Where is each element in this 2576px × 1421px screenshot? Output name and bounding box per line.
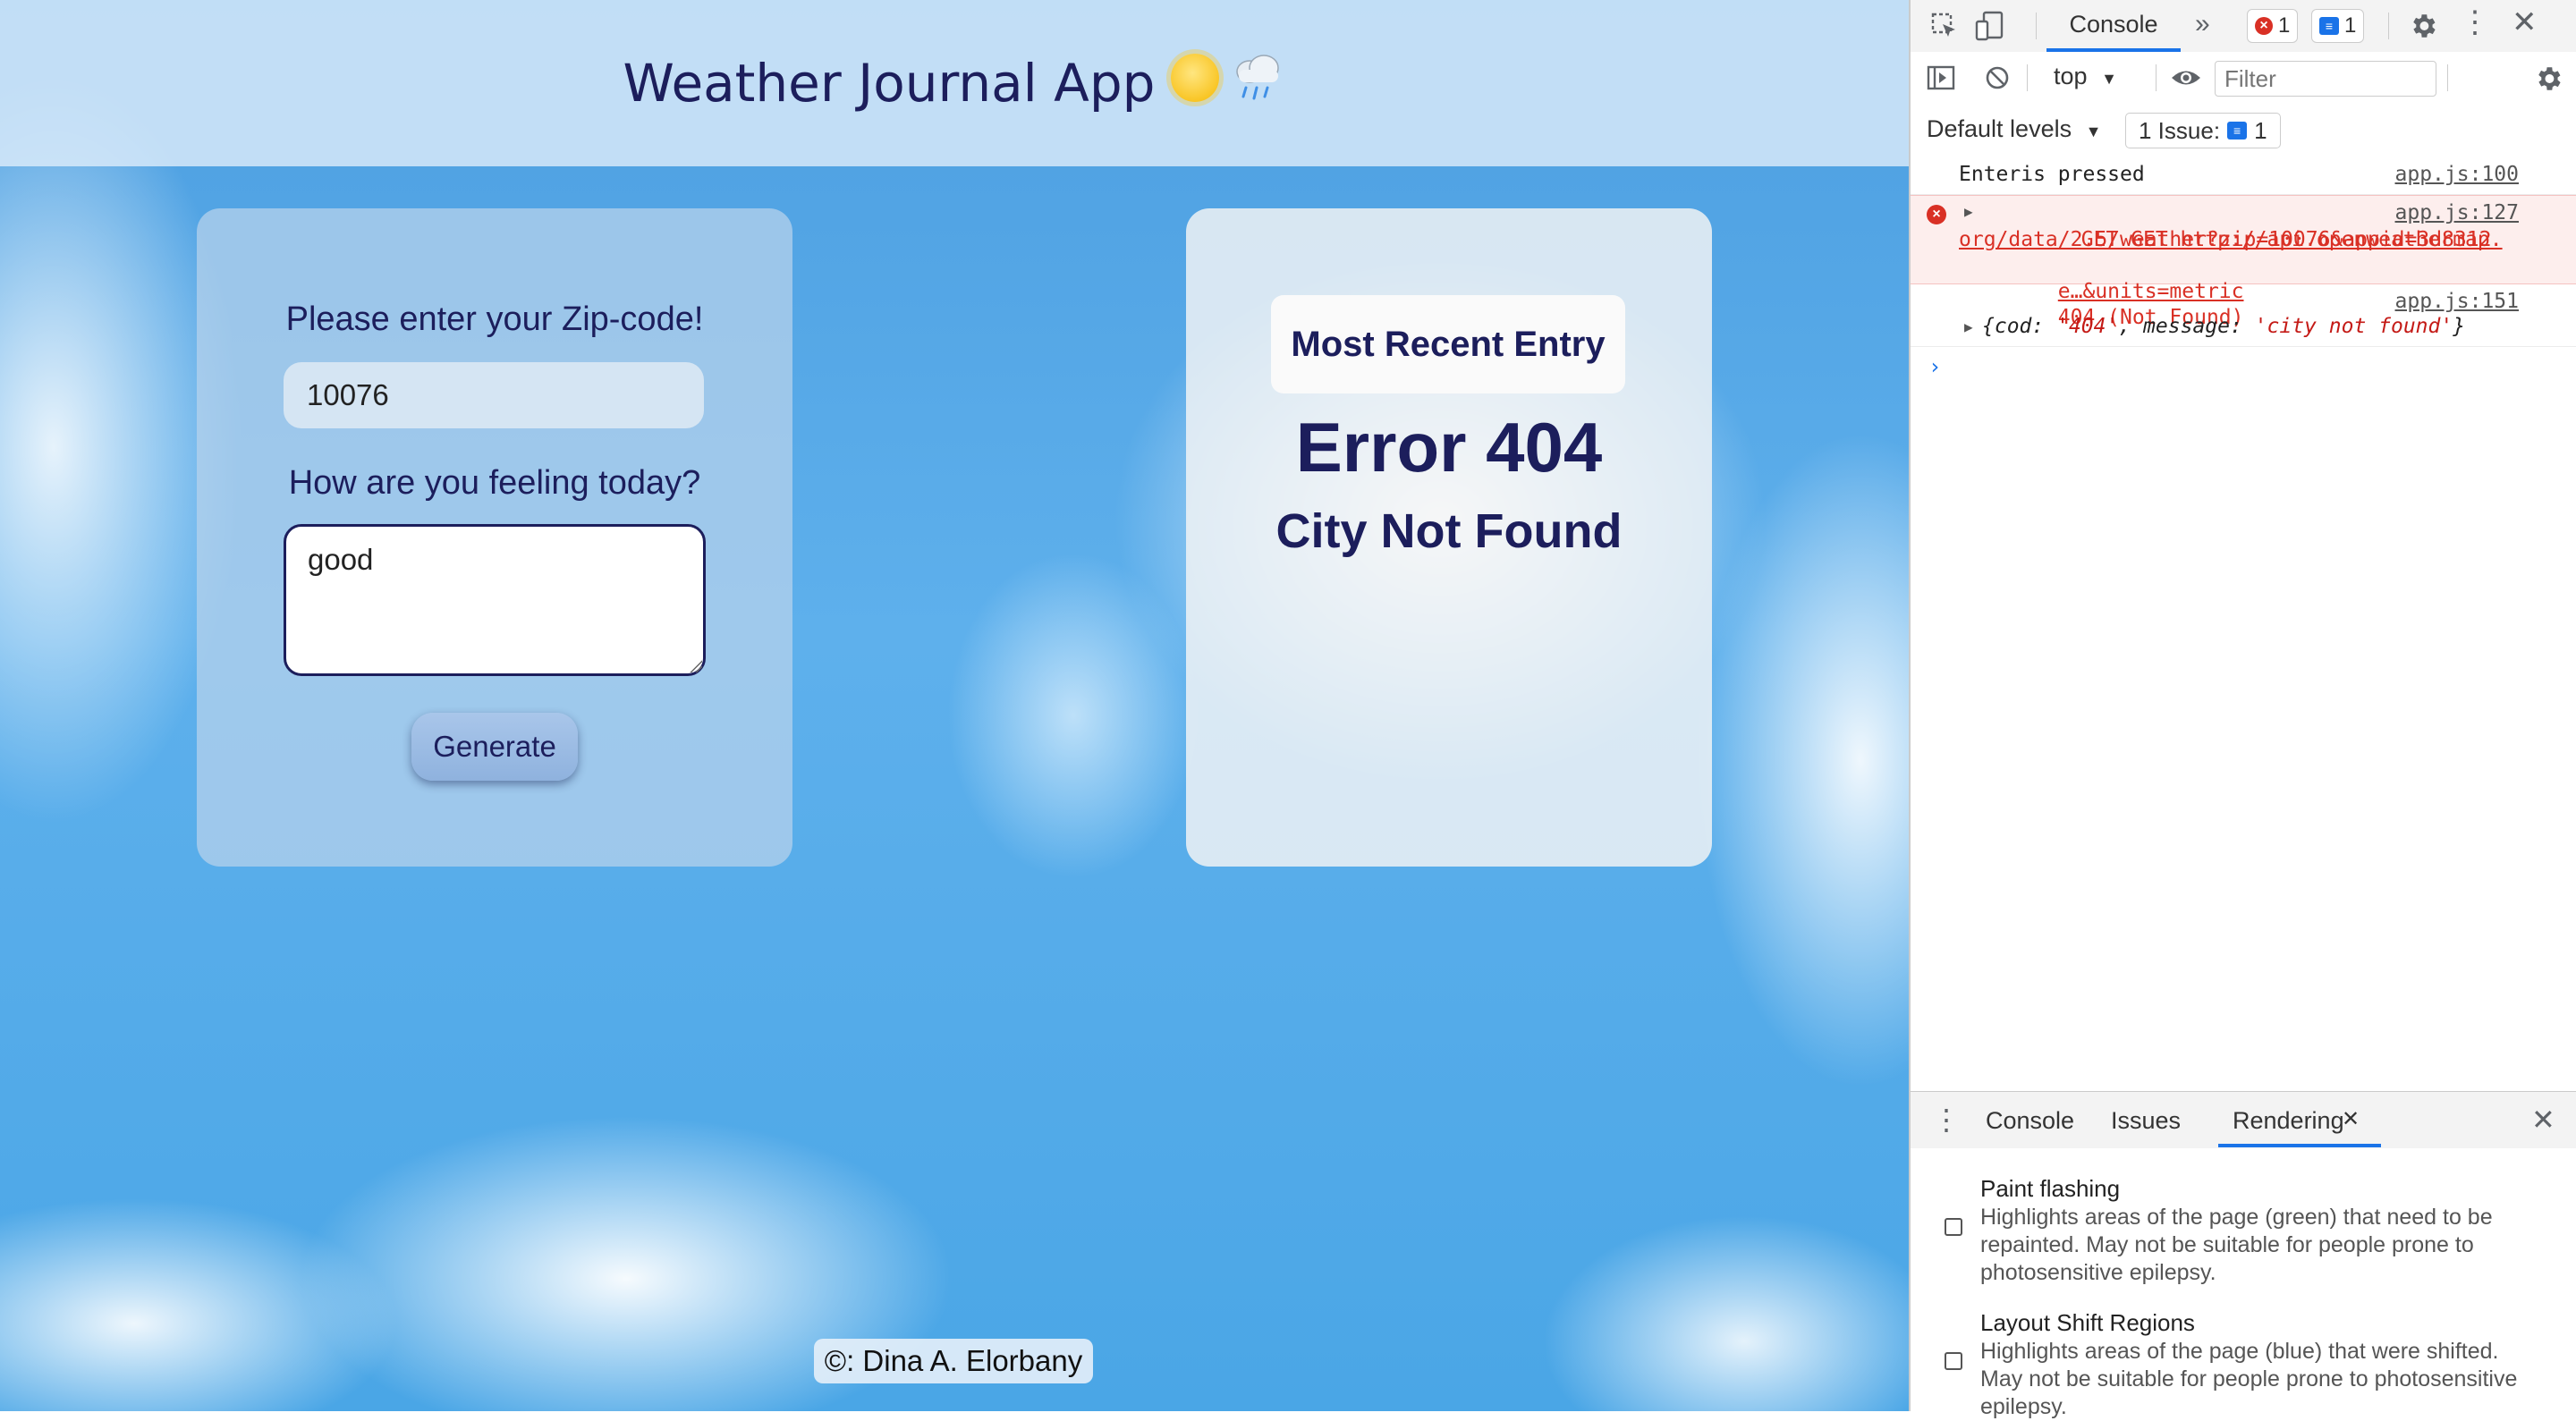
console-log: Enteris pressed app.js:100 × ▶ GET GET h… [1911, 156, 2576, 1091]
drawer-menu-icon[interactable]: ⋮ [1932, 1103, 1961, 1137]
drawer-tab-issues[interactable]: Issues [2111, 1107, 2181, 1135]
chevron-down-icon: ▼ [2085, 123, 2102, 140]
close-drawer-icon[interactable]: ✕ [2531, 1103, 2555, 1137]
cloud-with-rain-icon [1236, 55, 1280, 100]
levels-bar: Default levels ▼ 1 Issue: ≡ 1 [1911, 104, 2576, 156]
entry-card: Most Recent Entry Error 404 City Not Fou… [1186, 208, 1712, 867]
app-header: Weather Journal App [0, 0, 1909, 166]
devtools-panel: Console » × 1 ≡ 1 ⋮ ✕ top ▼ Filter Defau… [1909, 0, 2576, 1419]
error-count-badge[interactable]: × 1 [2247, 9, 2299, 43]
error-icon: × [2255, 17, 2273, 35]
console-filter-input[interactable] [2215, 61, 2436, 97]
error-url-part2[interactable]: org/data/2.5/weather?zip=10076&appid=3d8… [1959, 227, 2491, 253]
footer-credit: ©: Dina A. Elorbany [814, 1339, 1093, 1383]
drawer-tab-rendering[interactable]: Rendering ✕ [2218, 1092, 2381, 1147]
log-source-link[interactable]: app.js:127 [2395, 201, 2519, 224]
paint-flashing-checkbox[interactable] [1945, 1218, 1962, 1236]
generate-button[interactable]: Generate [411, 713, 578, 781]
log-entry: Enteris pressed app.js:100 [1911, 156, 2576, 195]
feelings-label: How are you feeling today? [288, 464, 701, 502]
issues-button[interactable]: 1 Issue: ≡ 1 [2125, 113, 2281, 148]
console-settings-gear-icon[interactable] [2533, 63, 2563, 94]
message-count: 1 [2344, 13, 2357, 38]
error-icon: × [1927, 205, 1946, 224]
web-page: Weather Journal App Please enter your Zi… [0, 0, 1909, 1411]
context-selector[interactable]: top ▼ [2054, 63, 2117, 90]
close-devtools-icon[interactable]: ✕ [2512, 7, 2538, 38]
log-source-link[interactable]: app.js:100 [2395, 163, 2519, 186]
input-card: Please enter your Zip-code! How are you … [197, 208, 792, 867]
error-count: 1 [2278, 13, 2291, 38]
console-toolbar: top ▼ [1911, 52, 2576, 105]
feelings-textarea[interactable]: good [284, 524, 706, 676]
app-title: Weather Journal App [623, 53, 1156, 114]
device-toolbar-icon[interactable] [1975, 11, 2005, 41]
sidebar-toggle-icon[interactable] [1927, 64, 1955, 91]
paint-flashing-title: Paint flashing [1980, 1175, 2121, 1202]
issue-icon: ≡ [2227, 122, 2248, 140]
devtools-topbar: Console » × 1 ≡ 1 ⋮ ✕ [1911, 0, 2576, 53]
zip-label: Please enter your Zip-code! [285, 300, 704, 338]
log-source-link[interactable]: app.js:151 [2395, 290, 2519, 313]
error-message: City Not Found [1275, 504, 1623, 558]
clear-console-icon[interactable] [1984, 64, 2011, 91]
live-expression-eye-icon[interactable] [2170, 64, 2202, 91]
expand-triangle-icon[interactable]: ▶ [1964, 203, 1973, 220]
log-levels-dropdown[interactable]: Default levels ▼ [1927, 115, 2101, 143]
resize-grip[interactable] [690, 660, 702, 672]
log-entry-error: × ▶ GET GET http://api.openweathermap. o… [1911, 195, 2576, 329]
settings-gear-icon[interactable] [2408, 11, 2438, 41]
issues-label: 1 Issue: [2139, 116, 2221, 144]
log-entry-object: app.js:151 ▶ {cod: '404', message: 'city… [1911, 284, 2576, 347]
drawer-tab-rendering-label: Rendering [2233, 1107, 2344, 1134]
layout-shift-checkbox[interactable] [1945, 1352, 1962, 1370]
inspect-element-icon[interactable] [1930, 12, 1959, 40]
expand-triangle-icon[interactable]: ▶ [1964, 318, 1973, 335]
paint-flashing-desc: Highlights areas of the page (green) tha… [1980, 1205, 2493, 1285]
console-prompt-chevron-icon[interactable]: › [1928, 354, 1941, 379]
log-object[interactable]: {cod: '404', message: 'city not found'} [1982, 315, 2465, 338]
layout-shift-desc: Highlights areas of the page (blue) that… [1980, 1339, 2518, 1419]
more-options-icon[interactable]: ⋮ [2460, 7, 2490, 38]
message-icon: ≡ [2319, 17, 2339, 35]
log-message: Enteris pressed [1959, 163, 2145, 186]
log-levels-label: Default levels [1927, 115, 2072, 142]
close-tab-icon[interactable]: ✕ [2342, 1106, 2360, 1132]
tab-console[interactable]: Console [2046, 0, 2181, 52]
issues-count: 1 [2254, 116, 2267, 144]
error-code: Error 404 [1295, 408, 1603, 486]
more-tabs-icon[interactable]: » [2195, 11, 2210, 38]
most-recent-entry-heading: Most Recent Entry [1271, 295, 1625, 393]
sun-with-face-icon [1171, 54, 1220, 102]
drawer-tab-console[interactable]: Console [1986, 1107, 2074, 1135]
drawer-tabbar: ⋮ Console Issues Rendering ✕ ✕ [1911, 1091, 2576, 1150]
context-label: top [2054, 63, 2088, 89]
rendering-panel: Paint flashing Highlights areas of the p… [1911, 1148, 2576, 1419]
zip-input[interactable] [284, 362, 704, 428]
layout-shift-title: Layout Shift Regions [1980, 1309, 2195, 1336]
chevron-down-icon: ▼ [2101, 70, 2117, 88]
message-count-badge[interactable]: ≡ 1 [2311, 9, 2365, 43]
